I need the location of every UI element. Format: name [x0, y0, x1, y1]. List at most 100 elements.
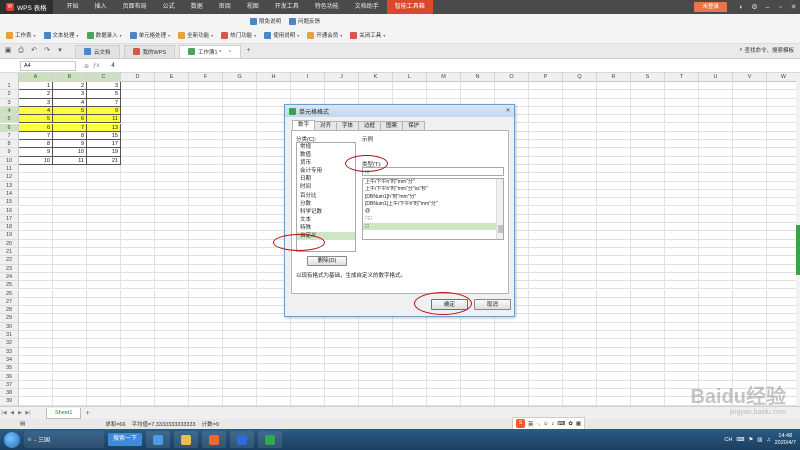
grid-cell[interactable]: [631, 98, 665, 107]
grid-cell[interactable]: [733, 231, 767, 240]
menu-item[interactable]: 数据: [183, 0, 211, 14]
grid-cell[interactable]: [155, 181, 189, 190]
grid-cell[interactable]: [733, 156, 767, 165]
grid-cell[interactable]: [223, 364, 257, 373]
grid-cell[interactable]: [291, 339, 325, 348]
grid-cell[interactable]: [563, 322, 597, 331]
grid-cell[interactable]: [631, 189, 665, 199]
grid-cell[interactable]: [223, 198, 257, 207]
grid-cell[interactable]: [767, 90, 796, 99]
grid-cell[interactable]: [597, 264, 631, 273]
row-header[interactable]: 7: [0, 131, 19, 141]
add-sheet-icon[interactable]: +: [85, 410, 89, 417]
grid-cell[interactable]: [495, 372, 529, 381]
format-list-scrollbar[interactable]: [496, 179, 503, 239]
grid-cell[interactable]: [359, 389, 393, 398]
grid-cell[interactable]: [223, 306, 257, 315]
grid-cell[interactable]: [597, 106, 631, 116]
grid-cell[interactable]: [631, 372, 665, 381]
grid-cell[interactable]: [189, 248, 223, 257]
menu-item[interactable]: 开始: [59, 0, 87, 14]
grid-cell[interactable]: 13: [87, 123, 121, 132]
grid-cell[interactable]: [189, 165, 223, 174]
grid-cell[interactable]: [223, 281, 257, 290]
grid-cell[interactable]: 7: [19, 131, 53, 141]
format-item[interactable]: [DBNum1]h"时"mm"分": [363, 194, 497, 201]
grid-cell[interactable]: [563, 165, 597, 174]
grid-cell[interactable]: 5: [87, 90, 121, 99]
grid-cell[interactable]: [223, 165, 257, 174]
grid-cell[interactable]: 21: [87, 156, 121, 165]
grid-cell[interactable]: [53, 264, 87, 273]
sheet-tab[interactable]: Sheet1: [46, 407, 82, 419]
grid-cell[interactable]: [631, 306, 665, 315]
grid-cell[interactable]: [733, 264, 767, 273]
grid-cell[interactable]: [223, 156, 257, 165]
grid-cell[interactable]: [597, 272, 631, 282]
grid-cell[interactable]: [461, 355, 495, 365]
grid-cell[interactable]: [121, 156, 155, 165]
grid-cell[interactable]: [257, 82, 291, 91]
grid-cell[interactable]: [461, 372, 495, 381]
menu-item[interactable]: 页面布局: [115, 0, 155, 14]
grid-cell[interactable]: [223, 347, 257, 356]
grid-cell[interactable]: [733, 306, 767, 315]
row-header[interactable]: 39: [0, 397, 19, 406]
grid-cell[interactable]: [529, 82, 563, 91]
grid-cell[interactable]: [223, 289, 257, 298]
grid-cell[interactable]: [495, 339, 529, 348]
grid-cell[interactable]: [563, 272, 597, 282]
grid-cell[interactable]: [597, 181, 631, 190]
grid-cell[interactable]: [563, 173, 597, 182]
grid-cell[interactable]: [665, 306, 699, 315]
grid-cell[interactable]: [529, 214, 563, 224]
grid-cell[interactable]: [155, 189, 189, 199]
grid-cell[interactable]: [665, 364, 699, 373]
ribbon-button[interactable]: 使用说明 ▾: [260, 29, 303, 41]
row-header[interactable]: 14: [0, 189, 19, 199]
grid-cell[interactable]: [427, 355, 461, 365]
row-header[interactable]: 34: [0, 355, 19, 365]
grid-cell[interactable]: [87, 314, 121, 323]
grid-cell[interactable]: [461, 331, 495, 340]
grid-cell[interactable]: [53, 281, 87, 290]
grid-cell[interactable]: [53, 189, 87, 199]
grid-cell[interactable]: [563, 189, 597, 199]
grid-cell[interactable]: [529, 297, 563, 307]
row-header[interactable]: 18: [0, 223, 19, 232]
grid-cell[interactable]: [733, 82, 767, 91]
grid-cell[interactable]: [597, 123, 631, 132]
row-header[interactable]: 29: [0, 314, 19, 323]
grid-cell[interactable]: [87, 397, 121, 406]
grid-cell[interactable]: [53, 372, 87, 381]
tray-network-icon[interactable]: ▥: [757, 437, 762, 443]
grid-cell[interactable]: [359, 339, 393, 348]
grid-cell[interactable]: [461, 322, 495, 331]
grid-cell[interactable]: [155, 380, 189, 390]
print-icon[interactable]: ⎙: [16, 46, 26, 56]
menu-item[interactable]: 开发工具: [267, 0, 307, 14]
grid-cell[interactable]: [563, 397, 597, 406]
grid-cell[interactable]: [665, 148, 699, 157]
grid-cell[interactable]: [189, 231, 223, 240]
grid-cell[interactable]: [495, 90, 529, 99]
grid-cell[interactable]: [563, 389, 597, 398]
grid-cell[interactable]: [597, 248, 631, 257]
grid-cell[interactable]: [223, 380, 257, 390]
grid-cell[interactable]: [767, 323, 796, 331]
grid-cell[interactable]: [597, 214, 631, 224]
grid-cell[interactable]: [529, 140, 563, 149]
grid-cell[interactable]: [733, 90, 767, 99]
grid-cell[interactable]: [767, 314, 796, 323]
category-item[interactable]: 数值: [297, 151, 355, 159]
grid-cell[interactable]: [665, 272, 699, 282]
grid-cell[interactable]: [19, 173, 53, 182]
grid-cell[interactable]: [767, 231, 796, 240]
grid-cell[interactable]: [631, 281, 665, 290]
grid-cell[interactable]: [121, 256, 155, 265]
grid-cell[interactable]: [19, 281, 53, 290]
grid-cell[interactable]: [699, 189, 733, 199]
grid-cell[interactable]: [461, 389, 495, 398]
grid-cell[interactable]: [19, 339, 53, 348]
grid-cell[interactable]: [665, 231, 699, 240]
